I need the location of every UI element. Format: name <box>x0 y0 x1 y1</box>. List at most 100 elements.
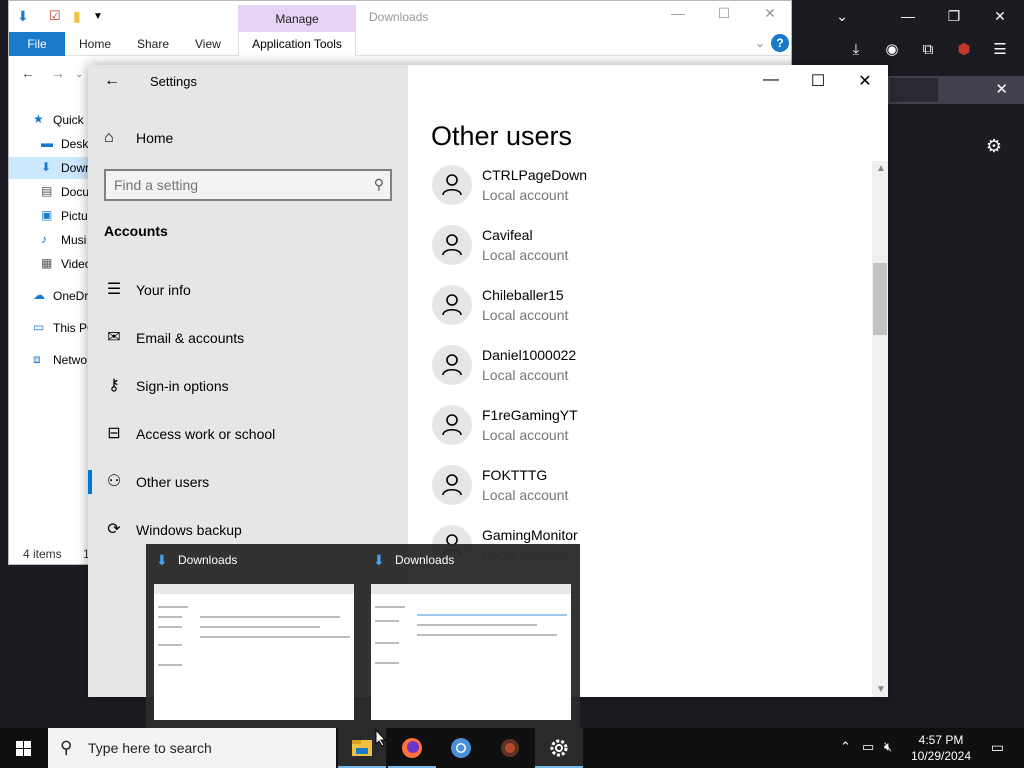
menu-item-access-work[interactable]: ⊟ Access work or school <box>88 414 408 454</box>
user-item[interactable]: F1reGamingYT Local account <box>432 405 832 461</box>
gear-icon[interactable]: ⚙ <box>986 136 1002 157</box>
nav-item-desktop[interactable]: ▬ Deskt <box>9 133 92 155</box>
account-icon[interactable]: ◉ <box>882 40 902 60</box>
user-item[interactable]: Daniel1000022 Local account <box>432 345 832 401</box>
taskbar-search[interactable]: ⚲ Type here to search <box>48 728 336 768</box>
maximize-icon[interactable]: ☐ <box>701 5 747 27</box>
preview-line <box>158 644 182 646</box>
search-input[interactable] <box>114 176 354 194</box>
item-count: 4 items <box>23 547 62 561</box>
nav-item-onedrive[interactable]: ☁ OneDr <box>9 285 89 307</box>
avatar <box>432 405 472 445</box>
preview-line <box>200 626 320 628</box>
section-title: Accounts <box>104 223 168 239</box>
preview-line <box>158 664 182 666</box>
close-icon[interactable]: ✕ <box>995 80 1008 98</box>
maximize-icon[interactable]: ☐ <box>795 71 841 91</box>
nav-item-videos[interactable]: ▦ Video <box>9 253 91 275</box>
tab-manage[interactable]: Manage <box>238 5 356 32</box>
download-icon: ⬇ <box>156 552 168 568</box>
taskbar-settings[interactable] <box>535 728 583 768</box>
close-icon[interactable]: ✕ <box>747 5 793 27</box>
back-arrow-icon[interactable]: ← <box>104 72 120 90</box>
nav-item-downloads[interactable]: ⬇ Dowr <box>9 157 89 179</box>
tab-home[interactable]: Home <box>79 37 111 51</box>
menu-item-your-info[interactable]: ☰ Your info <box>88 270 408 310</box>
mouse-cursor-icon <box>375 729 387 747</box>
preview-line <box>375 642 399 644</box>
key-icon: ⚷ <box>108 377 120 394</box>
preview-thumbnail[interactable]: ⬇ Downloads <box>146 544 362 728</box>
user-item[interactable]: Cavifeal Local account <box>432 225 832 281</box>
firefox-icon <box>402 738 422 758</box>
nav-item-this-pc[interactable]: ▭ This PC <box>9 317 96 339</box>
nav-item-music[interactable]: ♪ Musi <box>9 229 89 251</box>
user-item[interactable]: CTRLPageDown Local account <box>432 165 832 221</box>
menu-item-email-accounts[interactable]: ✉ Email & accounts <box>88 318 408 358</box>
clock-time: 4:57 PM <box>918 733 964 747</box>
chevron-down-icon[interactable]: ⌄ <box>832 6 852 26</box>
chevron-down-icon[interactable]: ⌄ <box>755 36 765 50</box>
preview-line <box>158 606 188 608</box>
nav-item-quick-access[interactable]: ★ Quick <box>9 109 89 131</box>
taskbar-firefox[interactable] <box>388 728 436 768</box>
tab-file[interactable]: File <box>9 32 65 56</box>
preview-line <box>200 636 350 638</box>
tab-share[interactable]: Share <box>137 37 169 51</box>
chevron-down-icon[interactable]: ⌄ <box>75 69 83 80</box>
taskbar-app[interactable] <box>486 728 534 768</box>
desktop-icon: ▬ <box>41 136 53 150</box>
person-icon <box>442 294 462 316</box>
chevron-up-icon[interactable]: ▲ <box>876 163 886 174</box>
preview-line <box>417 614 567 616</box>
ublock-icon[interactable]: ⬢ <box>954 40 974 60</box>
chevron-down-icon[interactable]: ▼ <box>93 11 103 22</box>
preview-line <box>417 634 557 636</box>
notification-field <box>890 78 938 102</box>
browser-toolbar: ⤓ ◉ ⧉ ⬢ ☰ <box>792 34 1024 66</box>
preview-line <box>158 626 182 628</box>
window-title: Settings <box>150 74 197 89</box>
preview-image <box>154 584 354 720</box>
menu-icon[interactable]: ☰ <box>990 40 1010 60</box>
user-item[interactable]: FOKTTTG Local account <box>432 465 832 521</box>
tab-application-tools[interactable]: Application Tools <box>238 32 356 56</box>
minimize-icon[interactable]: — <box>748 71 794 91</box>
forward-arrow-icon[interactable]: → <box>51 65 65 81</box>
nav-item-pictures[interactable]: ▣ Pictu <box>9 205 89 227</box>
minimize-icon[interactable]: — <box>655 5 701 27</box>
nav-item-network[interactable]: ⧈ Netwo <box>9 349 89 371</box>
start-button[interactable] <box>0 728 48 768</box>
close-icon[interactable]: ✕ <box>990 6 1010 26</box>
home-link[interactable]: ⌂ Home <box>104 127 384 149</box>
download-icon[interactable]: ⤓ <box>846 40 866 60</box>
back-arrow-icon[interactable]: ← <box>21 65 35 81</box>
restore-icon[interactable]: ❐ <box>944 6 964 26</box>
nav-item-documents[interactable]: ▤ Docu <box>9 181 89 203</box>
chevron-up-icon[interactable]: ⌃ <box>840 739 851 755</box>
chevron-down-icon[interactable]: ▼ <box>876 684 886 695</box>
tab-view[interactable]: View <box>195 37 221 51</box>
person-icon <box>442 174 462 196</box>
scrollbar[interactable]: ▲ ▼ <box>872 161 888 697</box>
folder-icon[interactable]: ▮ <box>73 8 81 25</box>
notification-icon[interactable]: ▭ <box>991 739 1004 756</box>
preview-image <box>371 584 571 720</box>
menu-item-sign-in-options[interactable]: ⚷ Sign-in options <box>88 366 408 406</box>
minimize-icon[interactable]: — <box>898 6 918 26</box>
properties-icon[interactable]: ☑ <box>49 8 61 24</box>
settings-search[interactable]: ⚲ <box>104 169 392 201</box>
scrollbar-thumb[interactable] <box>873 263 887 335</box>
volume-muted-icon[interactable]: 🔇︎ <box>884 739 892 755</box>
network-icon[interactable]: ▭ <box>862 739 874 755</box>
menu-item-other-users[interactable]: ⚇ Other users <box>88 462 408 502</box>
preview-ribbon <box>154 584 354 594</box>
user-item[interactable]: Chileballer15 Local account <box>432 285 832 341</box>
close-icon[interactable]: ✕ <box>842 71 888 91</box>
extensions-icon[interactable]: ⧉ <box>918 40 938 60</box>
sync-icon: ⟳ <box>107 521 121 538</box>
preview-thumbnail[interactable]: ⬇ Downloads <box>363 544 579 728</box>
taskbar-chrome[interactable] <box>437 728 485 768</box>
help-icon[interactable]: ? <box>771 34 789 52</box>
system-clock[interactable]: 4:57 PM 10/29/2024 <box>906 732 976 764</box>
